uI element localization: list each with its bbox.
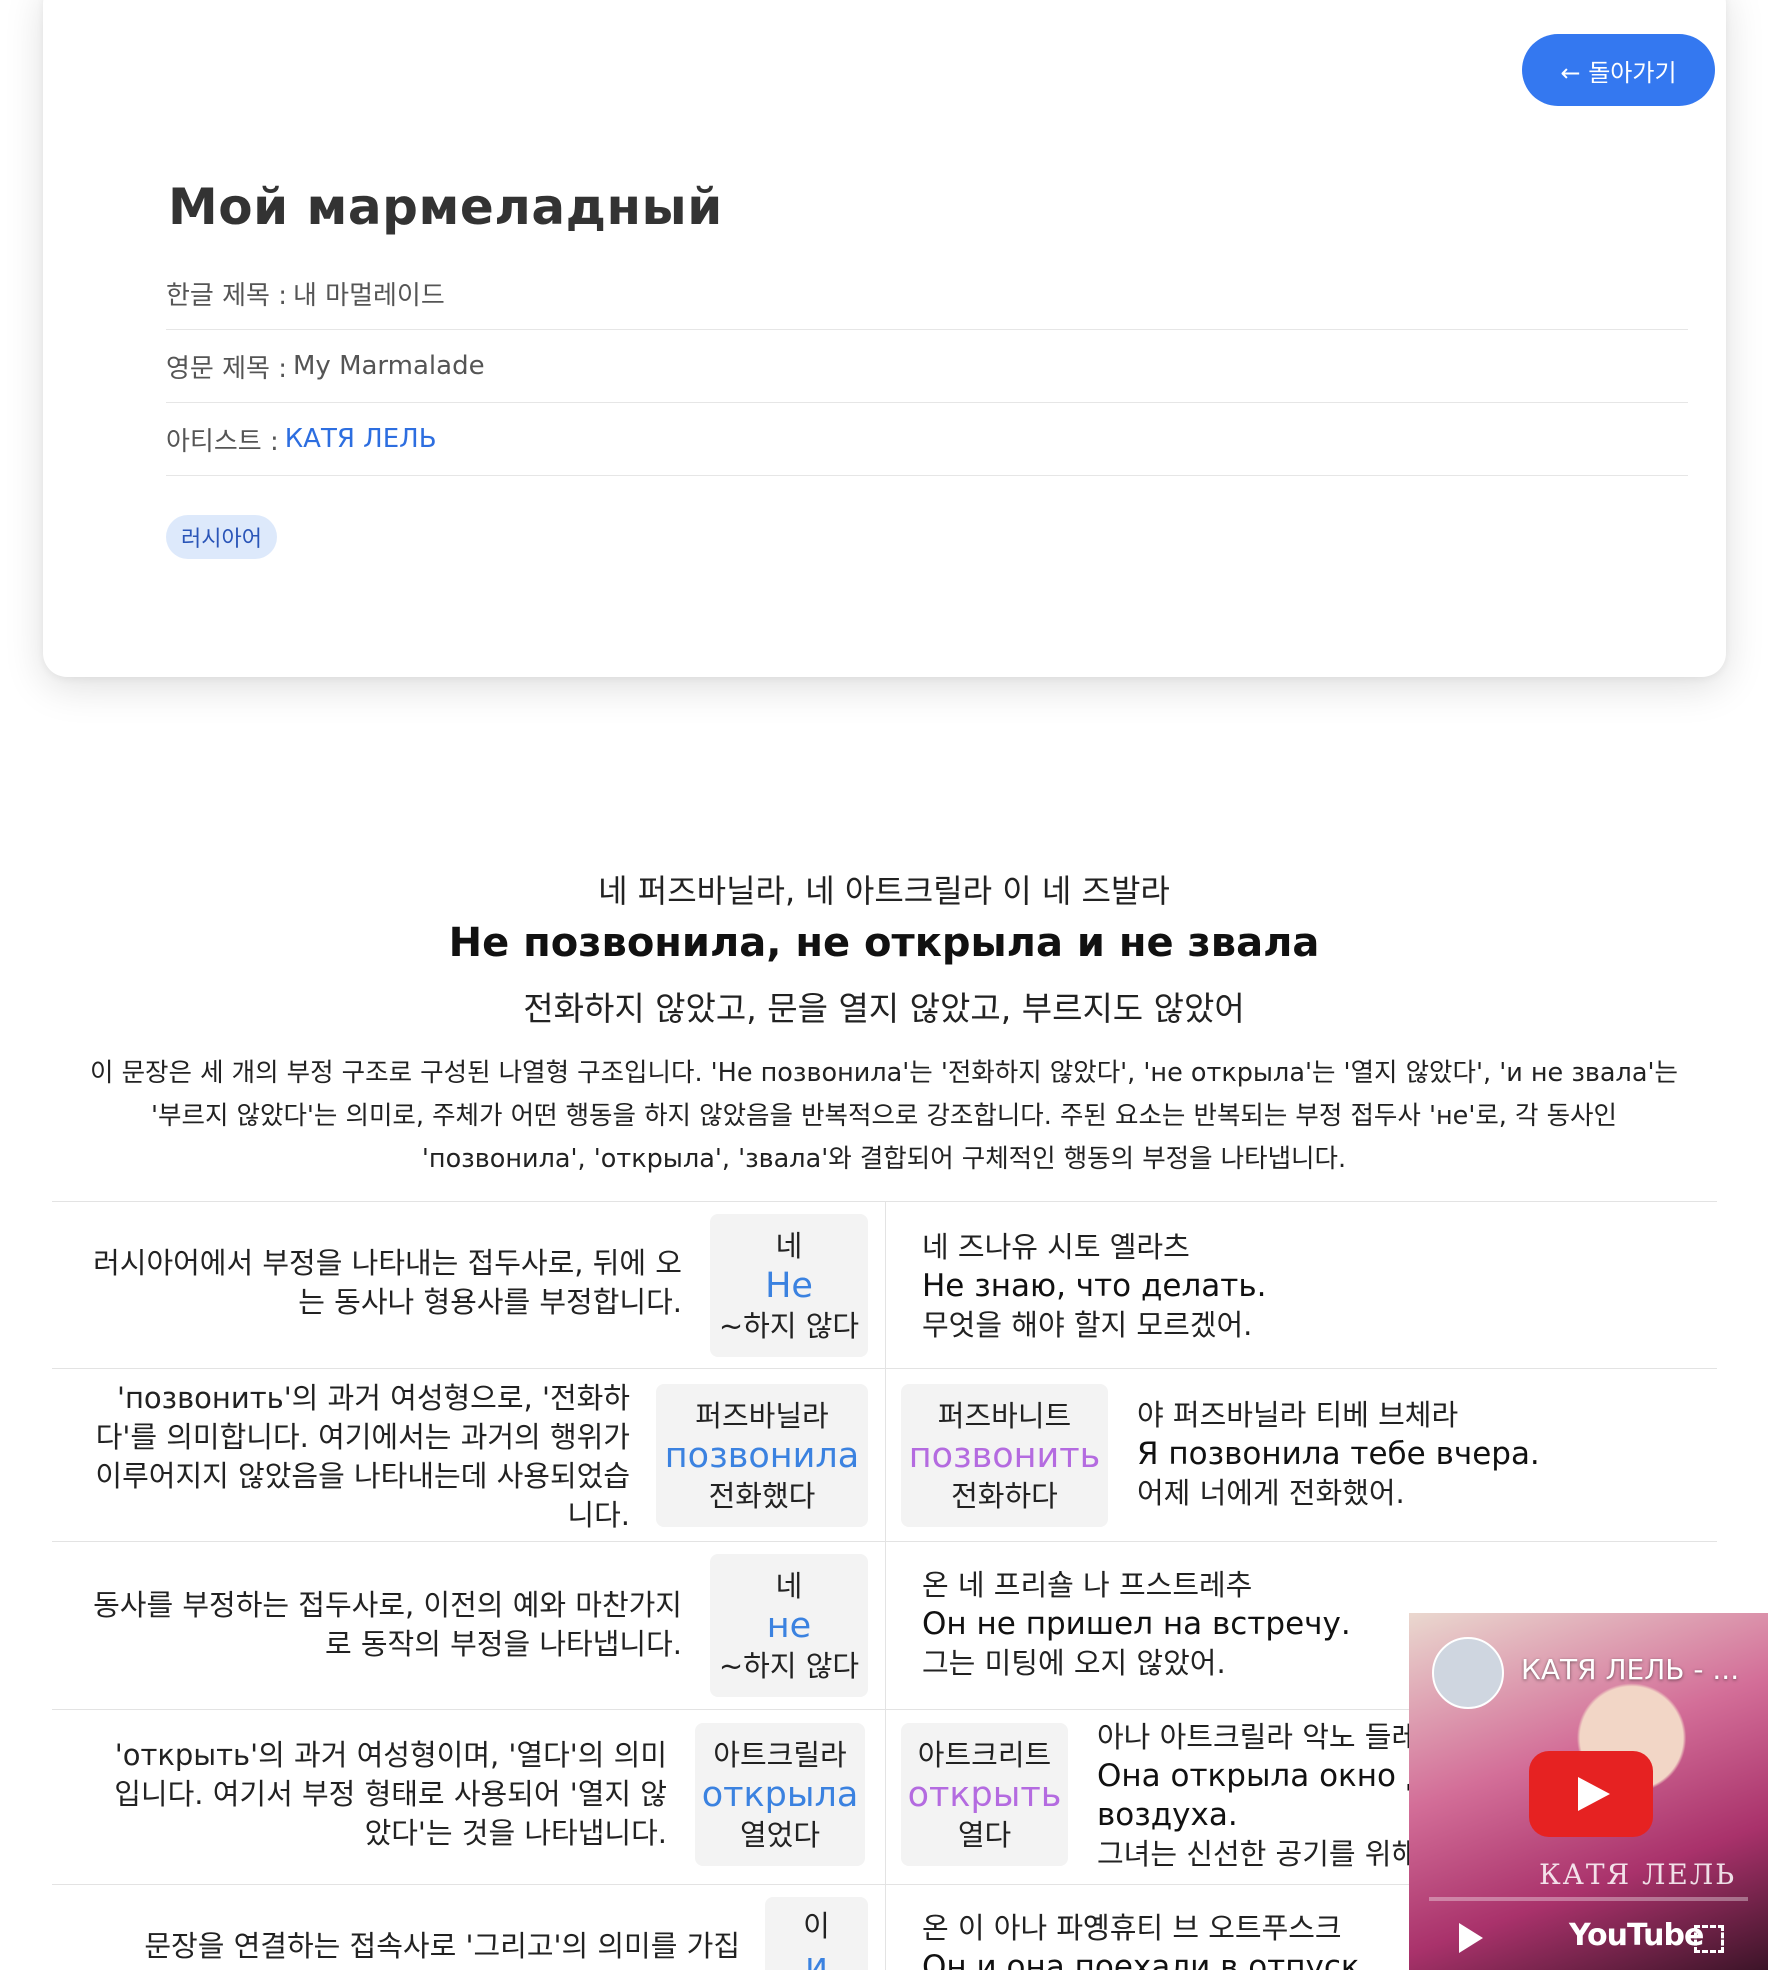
word-text: и bbox=[805, 1946, 828, 1970]
example: 온 이 아나 파옝휴티 브 오트푸스크 Он и она поехали в о… bbox=[922, 1909, 1482, 1970]
thumbnail-logo-text: КАТЯ ЛЕЛЬ bbox=[1539, 1858, 1737, 1891]
korean-title-key: 한글 제목 : bbox=[166, 280, 287, 311]
youtube-logo[interactable]: YouTube bbox=[1569, 1918, 1704, 1953]
infinitive-card[interactable]: 퍼즈바니트 позвонить 전화하다 bbox=[901, 1384, 1108, 1527]
word-card[interactable]: 네 не ~하지 않다 bbox=[710, 1554, 868, 1697]
back-button[interactable]: ← 돌아가기 bbox=[1522, 34, 1715, 106]
word-pronunciation: 이 bbox=[803, 1909, 830, 1943]
word-pronunciation: 아트크릴라 bbox=[713, 1737, 847, 1772]
video-title[interactable]: КАТЯ ЛЕЛЬ - ... bbox=[1521, 1653, 1756, 1686]
example-translation: 그는 미팅에 오지 않았어. bbox=[922, 1646, 1226, 1680]
example: 네 즈나유 시토 옐라츠 Не знаю, что делать. 무엇을 해야… bbox=[922, 1228, 1682, 1345]
word-row: 'позвонить'의 과거 여성형으로, '전화하다'를 의미합니다. 여기… bbox=[52, 1368, 1717, 1541]
row-divider bbox=[885, 1202, 886, 1368]
word-card[interactable]: 네 Не ~하지 않다 bbox=[710, 1214, 868, 1357]
row-divider bbox=[885, 1885, 886, 1970]
word-card[interactable]: 이 и bbox=[765, 1897, 868, 1970]
page: ← 돌아가기 Мой мармеладный 한글 제목 : 내 마멀레이드 영… bbox=[0, 0, 1768, 1970]
example-pronunciation: 온 네 프리숄 나 프스트레추 bbox=[922, 1568, 1253, 1602]
lyric-original: Не позвонила, не открыла и не звала bbox=[448, 920, 1320, 966]
word-meaning: 전화했다 bbox=[708, 1478, 816, 1513]
word-text: открыла bbox=[701, 1774, 859, 1815]
fullscreen-icon[interactable] bbox=[1694, 1925, 1724, 1953]
example-translation: 무엇을 해야 할지 모르겠어. bbox=[922, 1308, 1253, 1342]
word-card[interactable]: 퍼즈바닐라 позвонила 전화했다 bbox=[656, 1384, 868, 1527]
infinitive-meaning: 전화하다 bbox=[951, 1478, 1058, 1513]
infinitive-pronunciation: 아트크리트 bbox=[917, 1737, 1052, 1772]
word-explanation: 동사를 부정하는 접두사로, 이전의 예와 마찬가지로 동작의 부정을 나타냅니… bbox=[93, 1588, 682, 1661]
word-text: позвонила bbox=[664, 1435, 860, 1476]
example: 온 네 프리숄 나 프스트레추 Он не пришел на встречу.… bbox=[922, 1566, 1422, 1683]
example-pronunciation: 네 즈나유 시토 옐라츠 bbox=[922, 1230, 1190, 1264]
artist-row: 아티스트 : КАТЯ ЛЕЛЬ bbox=[166, 403, 1688, 476]
korean-title-row: 한글 제목 : 내 마멀레이드 bbox=[166, 257, 1688, 330]
row-divider bbox=[885, 1710, 886, 1884]
example-original: Я позвонила тебе вчера. bbox=[1137, 1436, 1540, 1472]
word-explanation: 'открыть'의 과거 여성형이며, '열다'의 의미입니다. 여기서 부정… bbox=[114, 1738, 667, 1850]
example-pronunciation: 온 이 아나 파옝휴티 브 오트푸스크 bbox=[922, 1911, 1342, 1945]
infinitive-pronunciation: 퍼즈바니트 bbox=[937, 1398, 1072, 1433]
song-info-card: ← 돌아가기 Мой мармеладный 한글 제목 : 내 마멀레이드 영… bbox=[43, 0, 1726, 677]
example-translation: 어제 너에게 전화했어. bbox=[1137, 1476, 1405, 1510]
infinitive-text: открыть bbox=[907, 1774, 1062, 1815]
artist-key: 아티스트 : bbox=[166, 426, 279, 457]
word-meaning: ~하지 않다 bbox=[718, 1648, 860, 1683]
video-progress-bar[interactable] bbox=[1429, 1897, 1748, 1901]
infinitive-card[interactable]: 아트크리트 открыть 열다 bbox=[901, 1723, 1068, 1866]
english-title-value: My Marmalade bbox=[292, 351, 485, 381]
language-tag[interactable]: 러시아어 bbox=[166, 515, 277, 559]
lyric-explanation: 이 문장은 세 개의 부정 구조로 구성된 나열형 구조입니다. 'Не поз… bbox=[90, 1058, 1678, 1174]
word-meaning: ~하지 않다 bbox=[718, 1308, 860, 1343]
korean-title-value: 내 마멀레이드 bbox=[292, 280, 445, 311]
word-explanation: 문장을 연결하는 접속사로 '그리고'의 의미를 가집 bbox=[144, 1929, 740, 1963]
row-divider bbox=[885, 1542, 886, 1709]
word-row: 러시아어에서 부정을 나타내는 접두사로, 뒤에 오는 동사나 형용사를 부정합… bbox=[52, 1201, 1717, 1368]
example-original: Он и она поехали в отпуск. bbox=[922, 1949, 1370, 1970]
row-divider bbox=[885, 1369, 886, 1541]
word-explanation: 'позвонить'의 과거 여성형으로, '전화하다'를 의미합니다. 여기… bbox=[95, 1381, 630, 1532]
word-text: Не bbox=[765, 1265, 813, 1306]
example-original: Не знаю, что делать. bbox=[922, 1268, 1267, 1304]
english-title-row: 영문 제목 : My Marmalade bbox=[166, 330, 1688, 403]
lyric-pronunciation: 네 퍼즈바닐라, 네 아트크릴라 이 네 즈발라 bbox=[598, 872, 1170, 910]
example: 야 퍼즈바닐라 티베 브체라 Я позвонила тебе вчера. 어… bbox=[1137, 1396, 1697, 1513]
word-explanation: 러시아어에서 부정을 나타내는 접두사로, 뒤에 오는 동사나 형용사를 부정합… bbox=[93, 1246, 682, 1319]
word-pronunciation: 네 bbox=[775, 1568, 803, 1603]
lyric-translation: 전화하지 않았고, 문을 열지 않았고, 부르지도 않았어 bbox=[523, 989, 1245, 1028]
example-original: Он не пришел на встречу. bbox=[922, 1606, 1351, 1642]
word-text: не bbox=[766, 1605, 812, 1646]
channel-avatar[interactable] bbox=[1432, 1637, 1504, 1709]
youtube-player[interactable]: КАТЯ ЛЕЛЬ - ... КАТЯ ЛЕЛЬ YouTube bbox=[1409, 1613, 1768, 1970]
english-title-key: 영문 제목 : bbox=[166, 353, 287, 384]
word-card[interactable]: 아트크릴라 открыла 열었다 bbox=[695, 1723, 865, 1866]
infinitive-text: позвонить bbox=[908, 1435, 1101, 1476]
word-pronunciation: 퍼즈바닐라 bbox=[695, 1398, 829, 1433]
example-pronunciation: 야 퍼즈바닐라 티베 브체라 bbox=[1137, 1398, 1459, 1432]
word-pronunciation: 네 bbox=[775, 1228, 803, 1263]
word-meaning: 열었다 bbox=[739, 1817, 821, 1852]
song-title: Мой мармеладный bbox=[168, 178, 723, 236]
play-icon[interactable] bbox=[1459, 1923, 1483, 1953]
play-button-icon[interactable] bbox=[1529, 1751, 1653, 1837]
artist-link[interactable]: КАТЯ ЛЕЛЬ bbox=[285, 424, 437, 454]
infinitive-meaning: 열다 bbox=[957, 1817, 1012, 1852]
